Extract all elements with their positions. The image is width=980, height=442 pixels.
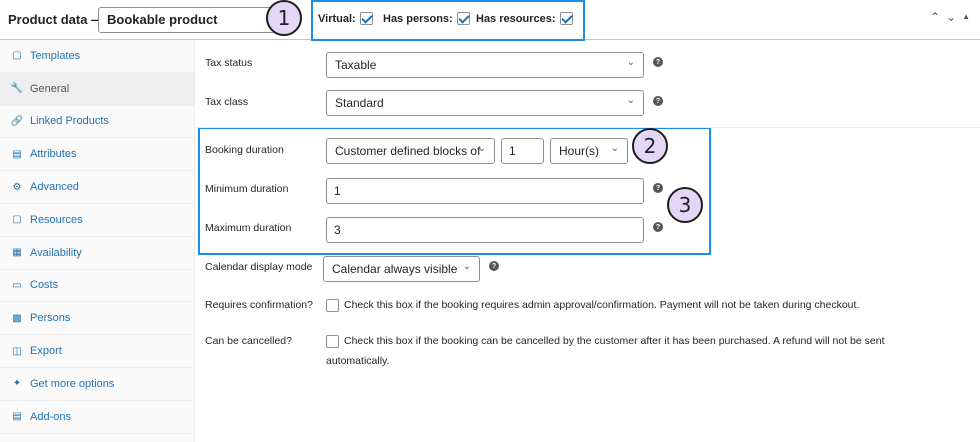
list-icon: ▤ — [12, 148, 22, 160]
tab-attributes[interactable]: ▤ Attributes — [0, 138, 194, 172]
booking-duration-amount-input[interactable]: 1 — [501, 138, 544, 164]
callout-1: 1 — [266, 0, 302, 36]
calendar-display-mode-label: Calendar display mode — [205, 261, 313, 273]
tab-label: Add-ons — [30, 410, 71, 423]
chevron-down-icon: ⌄ — [477, 143, 486, 154]
booking-duration-unit-select[interactable]: Hour(s) ⌄ — [550, 138, 628, 164]
tax-class-value: Standard — [335, 96, 384, 110]
maximum-duration-label: Maximum duration — [205, 222, 292, 234]
product-type-value: Bookable product — [107, 12, 218, 27]
addons-icon: ▤ — [12, 411, 22, 423]
chevron-down-icon: ⌄ — [462, 261, 471, 272]
minimum-duration-label: Minimum duration — [205, 183, 289, 195]
requires-confirmation-description: Check this box if the booking requires a… — [344, 299, 860, 311]
can-be-cancelled-label: Can be cancelled? — [205, 335, 292, 347]
minimum-duration-value: 1 — [334, 184, 341, 198]
tab-label: Costs — [30, 279, 59, 292]
minimum-duration-input[interactable]: 1 — [326, 178, 644, 204]
tax-status-label: Tax status — [205, 57, 253, 69]
wrench-icon: 🔧 — [10, 83, 24, 95]
booking-duration-type-select[interactable]: Customer defined blocks of ⌄ — [326, 138, 495, 164]
chevron-down-icon: ⌄ — [626, 57, 635, 68]
help-icon[interactable]: ? — [653, 183, 663, 193]
tab-label: Linked Products — [30, 115, 109, 128]
tab-label: Templates — [30, 49, 81, 62]
tab-resources[interactable]: ▢ Resources — [0, 204, 194, 237]
help-icon[interactable]: ? — [653, 57, 663, 67]
requires-confirmation-label: Requires confirmation? — [205, 299, 313, 311]
gear-icon: ⚙ — [12, 181, 22, 193]
calendar-icon: ▦ — [12, 247, 22, 259]
database-icon: ◫ — [12, 345, 22, 357]
box-icon: ▢ — [12, 214, 22, 226]
maximum-duration-input[interactable]: 3 — [326, 217, 644, 243]
panel-controls: ⌃ ⌄ ▲ — [930, 10, 970, 24]
header-options-highlight — [311, 0, 585, 41]
tab-label: Resources — [30, 213, 83, 226]
can-be-cancelled-description: Check this box if the booking can be can… — [344, 335, 885, 347]
calendar-display-mode-select[interactable]: Calendar always visible ⌄ — [323, 256, 480, 282]
tab-label: General — [30, 82, 70, 95]
booking-duration-label: Booking duration — [205, 144, 284, 156]
booking-duration-amount-value: 1 — [509, 144, 516, 158]
help-icon[interactable]: ? — [653, 222, 663, 232]
product-data-tabs: ▢ Templates 🔧 General 🔗 Linked Products … — [0, 40, 195, 442]
tab-add-ons[interactable]: ▤ Add-ons — [0, 401, 194, 434]
tab-persons[interactable]: ▩ Persons — [0, 302, 194, 336]
tab-label: Export — [30, 345, 62, 358]
tab-label: Advanced — [30, 181, 79, 194]
tax-class-select[interactable]: Standard ⌄ — [326, 90, 644, 116]
calendar-display-mode-value: Calendar always visible — [332, 262, 458, 276]
product-type-select[interactable]: Bookable product — [98, 7, 283, 33]
tax-class-label: Tax class — [205, 96, 249, 108]
tab-availability[interactable]: ▦ Availability — [0, 237, 194, 270]
move-up-icon[interactable]: ⌃ — [930, 10, 940, 24]
tab-export[interactable]: ◫ Export — [0, 335, 194, 368]
help-icon[interactable]: ? — [653, 96, 663, 106]
tax-status-value: Taxable — [335, 58, 377, 72]
tab-label: Get more options — [30, 377, 115, 390]
template-icon: ▢ — [12, 50, 22, 62]
tab-label: Persons — [30, 312, 71, 325]
tab-linked-products[interactable]: 🔗 Linked Products — [0, 106, 194, 139]
can-be-cancelled-checkbox[interactable] — [326, 335, 339, 348]
booking-duration-type-value: Customer defined blocks of — [335, 144, 481, 158]
section-divider — [196, 127, 980, 128]
move-down-icon[interactable]: ⌄ — [946, 10, 956, 24]
tab-get-more-options[interactable]: ✦ Get more options — [0, 368, 194, 401]
person-icon: ▩ — [12, 312, 22, 324]
collapse-icon[interactable]: ▲ — [962, 12, 970, 24]
help-icon[interactable]: ? — [489, 261, 499, 271]
product-data-title: Product data — — [8, 12, 105, 27]
maximum-duration-value: 3 — [334, 223, 341, 237]
tab-label: Availability — [30, 246, 82, 259]
card-icon: ▭ — [12, 279, 22, 291]
booking-duration-unit-value: Hour(s) — [559, 144, 600, 158]
chevron-down-icon: ⌄ — [610, 143, 619, 154]
tab-general[interactable]: 🔧 General — [0, 72, 194, 106]
tab-templates[interactable]: ▢ Templates — [0, 40, 194, 73]
link-icon: 🔗 — [10, 115, 24, 127]
tax-status-select[interactable]: Taxable ⌄ — [326, 52, 644, 78]
plugin-icon: ✦ — [12, 378, 22, 390]
tab-costs[interactable]: ▭ Costs — [0, 270, 194, 303]
can-be-cancelled-description-cont: automatically. — [326, 355, 390, 367]
general-panel: Tax status Taxable ⌄ ? Tax class Standar… — [196, 40, 980, 442]
requires-confirmation-checkbox[interactable] — [326, 299, 339, 312]
tab-label: Attributes — [30, 148, 77, 161]
tab-advanced[interactable]: ⚙ Advanced — [0, 171, 194, 204]
chevron-down-icon: ⌄ — [626, 95, 635, 106]
